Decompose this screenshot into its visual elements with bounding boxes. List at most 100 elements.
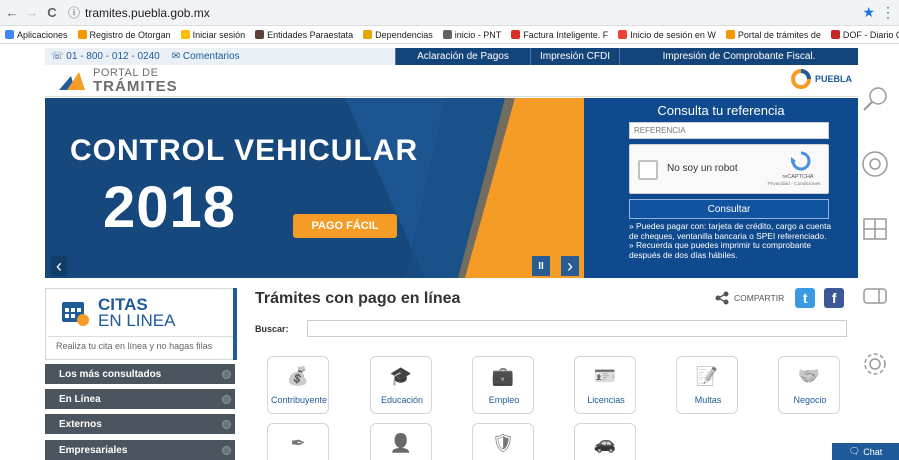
- chrome-logo-icon: [860, 150, 890, 180]
- citas-divider: [48, 336, 233, 337]
- carousel-prev-button[interactable]: ‹: [51, 256, 67, 276]
- back-button[interactable]: ←: [4, 2, 20, 24]
- comments-text: Comentarios: [182, 51, 240, 62]
- bookmark-item[interactable]: Registro de Otorgan: [73, 30, 176, 40]
- chat-button[interactable]: 🗨 Chat: [832, 443, 899, 460]
- expand-icon: [222, 420, 231, 429]
- bookmark-item[interactable]: Entidades Paraestata: [250, 30, 358, 40]
- tramite-tile[interactable]: 🤝 Negocio: [778, 356, 840, 414]
- tramite-tile[interactable]: 🚗: [574, 423, 636, 460]
- sidebar-item-mas-consultados[interactable]: Los más consultados: [45, 364, 235, 386]
- bookmark-label: Factura Inteligente. F: [523, 29, 609, 40]
- bookmark-item[interactable]: Dependencias: [358, 30, 438, 40]
- info-icon[interactable]: ⓘ: [68, 4, 80, 21]
- phone-link[interactable]: ☏ 01 - 800 - 012 - 0240: [51, 51, 160, 62]
- bookmark-favicon-icon: [618, 30, 628, 39]
- site-page: ☏ 01 - 800 - 012 - 0240 ✉ Comentarios Ac…: [45, 48, 858, 460]
- tramite-tile-label: Contribuyente: [270, 395, 328, 405]
- facebook-icon[interactable]: f: [824, 288, 845, 308]
- payment-note: » Puedes pagar con: tarjeta de crédito, …: [629, 221, 832, 241]
- educacion-icon: 🎓: [389, 366, 413, 386]
- address-bar: ← → C ⓘ tramites.puebla.gob.mx ★ ⋮: [0, 0, 899, 26]
- hero-year: 2018: [103, 175, 237, 240]
- share-icon[interactable]: [715, 291, 729, 305]
- consulta-panel: Consulta tu referencia No soy un robot r…: [584, 98, 858, 278]
- citas-subtitle: EN LINEA: [98, 311, 176, 330]
- person-icon: 👤: [389, 433, 413, 453]
- bookmark-star-icon[interactable]: ★: [862, 4, 875, 21]
- multas-icon: 📝: [695, 366, 719, 386]
- nav-impresion-comprobante[interactable]: Impresión de Comprobante Fiscal.: [619, 48, 858, 65]
- puebla-logo: PUEBLA: [790, 68, 852, 90]
- tramite-tile[interactable]: 💰 Contribuyente: [267, 356, 329, 414]
- share-label[interactable]: COMPARTIR: [734, 293, 784, 303]
- top-nav: Aclaración de Pagos Impresión CFDI Impre…: [395, 48, 858, 65]
- sidebar-item-label: En Línea: [59, 393, 101, 405]
- recaptcha-links[interactable]: Privacidad - Condiciones: [760, 182, 828, 187]
- badge-icon: 🛡: [491, 433, 515, 453]
- bookmark-label: Registro de Otorgan: [89, 29, 171, 40]
- bookmark-item[interactable]: Factura Inteligente. F: [506, 30, 613, 40]
- contact-bar: ☏ 01 - 800 - 012 - 0240 ✉ Comentarios: [45, 48, 395, 65]
- bookmark-item[interactable]: Aplicaciones: [0, 30, 73, 40]
- nav-aclaracion-pagos[interactable]: Aclaración de Pagos: [395, 48, 530, 65]
- bookmark-label: Iniciar sesión: [192, 29, 246, 40]
- share-bar: COMPARTIR t f: [715, 288, 845, 308]
- citas-en-linea-banner[interactable]: CITAS EN LINEA Realiza tu cita en línea …: [45, 288, 235, 360]
- comments-link[interactable]: ✉ Comentarios: [172, 51, 240, 62]
- forward-button[interactable]: →: [24, 2, 40, 24]
- tramite-tile-label: Multas: [694, 395, 722, 405]
- tramite-tile[interactable]: 💼 Empleo: [472, 356, 534, 414]
- consultar-button[interactable]: Consultar: [629, 199, 829, 219]
- magnifier-icon: [860, 85, 890, 115]
- bookmark-item[interactable]: Iniciar sesión: [176, 30, 251, 40]
- tramite-tile[interactable]: 👤: [370, 423, 432, 460]
- sidebar-item-en-linea[interactable]: En Línea: [45, 389, 235, 411]
- twitter-icon[interactable]: t: [795, 288, 816, 308]
- hero-banner: CONTROL VEHICULAR 2018 PAGO FÁCIL ‹ II ›…: [45, 98, 858, 278]
- sidebar-item-label: Externos: [59, 418, 102, 430]
- tramite-tile[interactable]: 🪪 Licencias: [574, 356, 636, 414]
- citas-description: Realiza tu cita en línea y no hagas fila…: [56, 341, 213, 351]
- url-text: tramites.puebla.gob.mx: [85, 5, 210, 20]
- recaptcha-brand: reCAPTCHA: [782, 174, 814, 180]
- feather-icon: ✒: [290, 433, 306, 453]
- pago-facil-button[interactable]: PAGO FÁCIL: [293, 214, 397, 238]
- bookmark-favicon-icon: [442, 30, 452, 39]
- carousel-pause-button[interactable]: II: [532, 256, 550, 276]
- sidebar-item-empresariales[interactable]: Empresariales: [45, 440, 235, 460]
- tramite-tile[interactable]: ✒: [267, 423, 329, 460]
- tramite-tile-label: Licencias: [587, 395, 625, 405]
- recaptcha-label: No soy un robot: [667, 163, 738, 174]
- puebla-ring-icon: [790, 69, 811, 89]
- portal-logo[interactable]: PORTAL DE TRÁMITES: [57, 68, 178, 94]
- bookmark-item[interactable]: Inicio de sesión en W: [613, 30, 721, 40]
- referencia-input[interactable]: [629, 122, 829, 139]
- bookmark-favicon-icon: [5, 30, 14, 39]
- tramite-tile[interactable]: 🛡: [472, 423, 534, 460]
- bookmark-favicon-icon: [830, 30, 840, 39]
- negocio-icon: 🤝: [797, 366, 821, 386]
- bookmark-item[interactable]: Portal de trámites de: [721, 30, 826, 40]
- sidebar-item-externos[interactable]: Externos: [45, 414, 235, 436]
- phone-text: 01 - 800 - 012 - 0240: [66, 51, 160, 62]
- bookmark-favicon-icon: [725, 30, 735, 39]
- browser-menu-icon[interactable]: ⋮: [881, 4, 895, 21]
- recaptcha-checkbox[interactable]: [638, 160, 658, 180]
- search-input[interactable]: [307, 320, 847, 337]
- gear-icon: [860, 350, 890, 380]
- hero-title: CONTROL VEHICULAR: [70, 134, 419, 167]
- reload-button[interactable]: C: [44, 2, 60, 24]
- bookmark-label: Entidades Paraestata: [267, 29, 354, 40]
- tramite-tile[interactable]: 🎓 Educación: [370, 356, 432, 414]
- url-field[interactable]: ⓘ tramites.puebla.gob.mx: [68, 3, 862, 23]
- empleo-icon: 💼: [491, 366, 515, 386]
- nav-impresion-cfdi[interactable]: Impresión CFDI: [530, 48, 619, 65]
- expand-icon: [222, 370, 231, 379]
- carousel-next-button[interactable]: ›: [561, 256, 579, 276]
- bookmark-item[interactable]: inicio - PNT: [438, 30, 507, 40]
- calendar-icon: [62, 302, 89, 326]
- tramite-tile[interactable]: 📝 Multas: [676, 356, 738, 414]
- bookmark-label: Dependencias: [375, 29, 433, 40]
- bookmark-item[interactable]: DOF - Diario Oficial d: [826, 30, 899, 40]
